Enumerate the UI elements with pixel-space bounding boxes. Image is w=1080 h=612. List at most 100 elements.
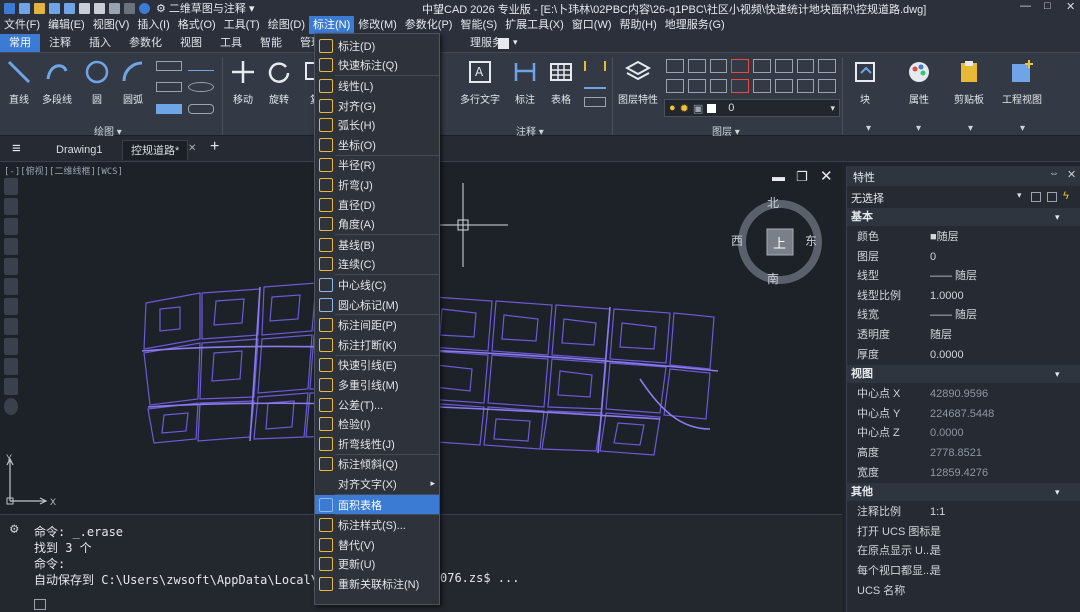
engineering-view-button[interactable]: 工程视图: [1002, 59, 1042, 106]
tool-icon-2[interactable]: [4, 198, 18, 215]
menu-item-5[interactable]: 工具(T): [220, 16, 264, 34]
collapse-icon[interactable]: ▾: [1055, 208, 1060, 226]
line-button[interactable]: 直线: [6, 59, 32, 106]
pin-icon[interactable]: ⇔: [1049, 168, 1059, 179]
compass-south[interactable]: 南: [767, 270, 779, 287]
property-row[interactable]: 中心点 Z 0.0000: [847, 424, 1080, 444]
viewport-close-button[interactable]: ✕: [820, 167, 833, 185]
dim-menu-item-10[interactable]: 直径(D): [315, 195, 439, 215]
dim-menu-item-14[interactable]: 连续(C): [315, 255, 439, 275]
dim-menu-item-26[interactable]: 折弯线性(J): [315, 434, 439, 454]
command-settings-icon[interactable]: ⚙: [10, 521, 18, 537]
menu-item-8[interactable]: 修改(M): [354, 16, 401, 34]
tool-icon-3[interactable]: [4, 218, 18, 235]
engineering-view-expand-icon[interactable]: ▾: [1020, 123, 1025, 134]
property-row[interactable]: 在原点显示 U... 是: [847, 542, 1080, 562]
dim-menu-item-3[interactable]: 线性(L): [315, 76, 439, 96]
ribbon-tab-4[interactable]: 视图: [171, 34, 211, 52]
selection-dropdown[interactable]: 无选择 ▾ ϟ: [847, 188, 1080, 206]
annotation-small-tools[interactable]: [584, 61, 606, 117]
dim-menu-item-13[interactable]: 基线(B): [315, 235, 439, 255]
save-icon[interactable]: [49, 2, 60, 14]
dim-menu-item-0[interactable]: 标注(D): [315, 36, 439, 56]
dimension-button[interactable]: 标注: [512, 59, 538, 106]
viewcube-face-top[interactable]: 上: [773, 233, 786, 252]
tool-icon-7[interactable]: [4, 298, 18, 315]
property-row[interactable]: 每个视口都显... 是: [847, 562, 1080, 582]
menu-item-13[interactable]: 帮助(H): [616, 16, 661, 34]
minimize-button[interactable]: —: [1020, 0, 1031, 12]
dim-menu-item-6[interactable]: 坐标(O): [315, 135, 439, 155]
tool-icon-5[interactable]: [4, 258, 18, 275]
ribbon-tab-3[interactable]: 参数化: [120, 34, 171, 52]
tool-icon-4[interactable]: [4, 238, 18, 255]
property-row[interactable]: 高度 2778.8521: [847, 444, 1080, 464]
table-button[interactable]: 表格: [548, 59, 574, 106]
property-row[interactable]: 注释比例 1:1: [847, 503, 1080, 523]
hamburger-menu-icon[interactable]: ≡: [12, 140, 21, 157]
new-tab-icon[interactable]: +: [210, 138, 219, 156]
dim-menu-item-22[interactable]: 快速引线(E): [315, 356, 439, 376]
menu-item-7[interactable]: 标注(N): [309, 16, 355, 34]
dim-menu-item-25[interactable]: 检验(I): [315, 414, 439, 434]
dim-menu-item-17[interactable]: 圆心标记(M): [315, 295, 439, 315]
tool-icon-6[interactable]: [4, 278, 18, 295]
print-icon[interactable]: [79, 2, 90, 14]
block-expand-icon[interactable]: ▾: [866, 123, 871, 134]
command-input-icon[interactable]: [34, 599, 46, 610]
property-row[interactable]: 图层 0: [847, 248, 1080, 268]
dim-menu-item-4[interactable]: 对齐(G): [315, 96, 439, 116]
close-panel-icon[interactable]: ✕: [1067, 168, 1076, 181]
property-row[interactable]: 厚度 0.0000: [847, 346, 1080, 366]
menu-item-11[interactable]: 扩展工具(X): [501, 16, 568, 34]
dim-menu-item-11[interactable]: 角度(A): [315, 214, 439, 234]
property-row[interactable]: UCS 名称: [847, 582, 1080, 602]
dim-menu-item-24[interactable]: 公差(T)...: [315, 395, 439, 415]
mtext-button[interactable]: A 多行文字: [460, 59, 500, 106]
property-row[interactable]: 中心点 Y 224687.5448: [847, 405, 1080, 425]
dim-menu-item-28[interactable]: 标注倾斜(Q): [315, 455, 439, 475]
menu-item-9[interactable]: 参数化(P): [401, 16, 457, 34]
toggle-pickadd-icon[interactable]: ϟ: [1063, 190, 1069, 202]
viewport-label[interactable]: [-][俯视][二维线框][WCS]: [4, 164, 123, 177]
properties-section-2[interactable]: 其他 ▾: [847, 483, 1080, 502]
save-as-icon[interactable]: [64, 2, 75, 14]
undo-icon[interactable]: [109, 2, 120, 14]
help-icon[interactable]: [139, 2, 150, 14]
menu-item-1[interactable]: 编辑(E): [44, 16, 89, 34]
tool-icon-11[interactable]: [4, 378, 18, 395]
tool-icon-9[interactable]: [4, 338, 18, 355]
layer-tools-grid[interactable]: [666, 59, 836, 95]
layer-properties-button[interactable]: 图层特性: [618, 59, 658, 106]
draw-small-tools[interactable]: [156, 61, 214, 119]
viewport-minimize-button[interactable]: ▬: [772, 169, 785, 184]
ribbon-tab-extra-icon[interactable]: [498, 38, 509, 49]
clipboard-expand-icon[interactable]: ▾: [968, 123, 973, 134]
property-row[interactable]: 线宽 —— 随层: [847, 306, 1080, 326]
menu-item-2[interactable]: 视图(V): [89, 16, 134, 34]
dim-menu-item-36[interactable]: 重新关联标注(N): [315, 574, 439, 594]
plot-icon[interactable]: [94, 2, 105, 14]
collapse-icon[interactable]: ▾: [1055, 483, 1060, 501]
property-row[interactable]: 线型比例 1.0000: [847, 287, 1080, 307]
quick-select-icon[interactable]: [1031, 192, 1041, 202]
new-file-icon[interactable]: [19, 2, 30, 14]
menu-item-10[interactable]: 智能(S): [456, 16, 501, 34]
dim-menu-item-19[interactable]: 标注间距(P): [315, 315, 439, 335]
layer-dropdown[interactable]: ● ✹ ▣ 0 ▾: [664, 99, 840, 117]
select-objects-icon[interactable]: [1047, 192, 1057, 202]
close-tab-icon[interactable]: ✕: [188, 143, 196, 154]
property-row[interactable]: 宽度 12859.4276: [847, 464, 1080, 484]
workspace-selector[interactable]: ⚙ 二维草图与注释 ▾: [156, 0, 255, 16]
dim-menu-item-23[interactable]: 多重引线(M): [315, 375, 439, 395]
redo-icon[interactable]: [124, 2, 135, 14]
compass-west[interactable]: 西: [731, 232, 743, 249]
settings-gear-icon[interactable]: [4, 398, 18, 415]
ribbon-tab-1[interactable]: 注释: [40, 34, 80, 52]
ribbon-tab-5[interactable]: 工具: [211, 34, 251, 52]
dim-menu-item-33[interactable]: 标注样式(S)...: [315, 515, 439, 535]
collapse-icon[interactable]: ▾: [1055, 365, 1060, 383]
dim-menu-item-16[interactable]: 中心线(C): [315, 275, 439, 295]
maximize-button[interactable]: □: [1044, 0, 1051, 12]
dim-menu-item-20[interactable]: 标注打断(K): [315, 335, 439, 355]
